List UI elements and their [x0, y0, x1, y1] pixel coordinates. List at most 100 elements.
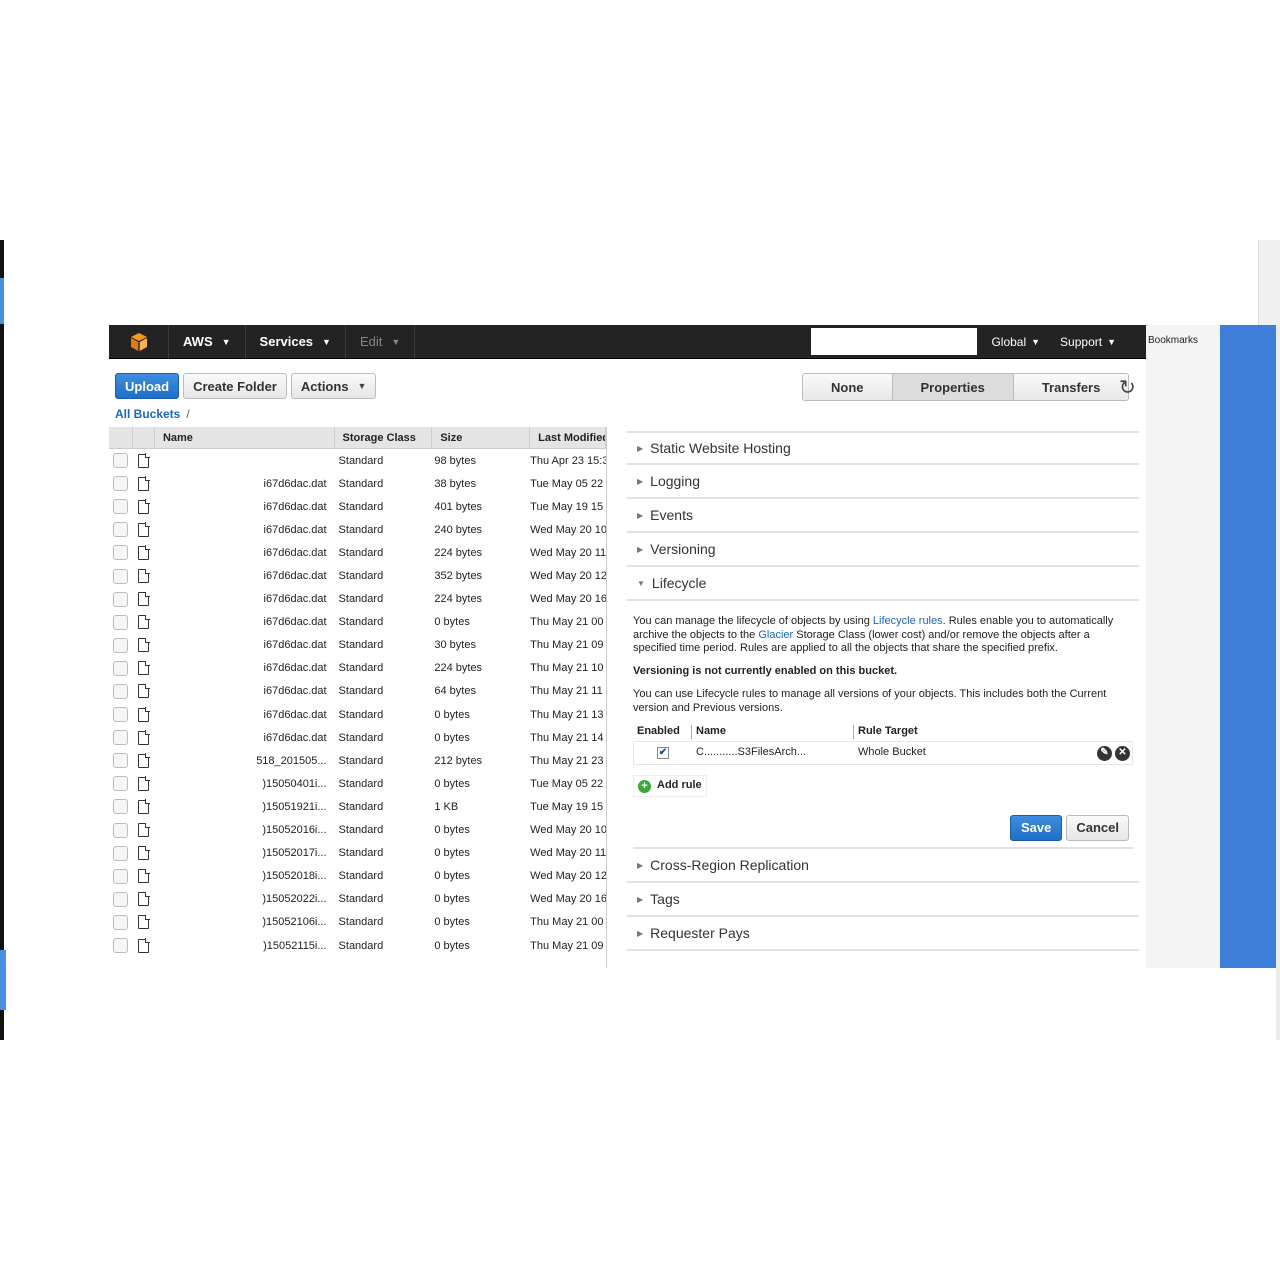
row-checkbox[interactable] [113, 614, 129, 630]
table-row[interactable]: )15052018i... Standard 0 bytes Wed May 20 1… [109, 865, 606, 888]
row-checkbox[interactable] [113, 637, 129, 653]
object-name[interactable]: i67d6dac.dat [155, 501, 335, 513]
object-name[interactable]: i67d6dac.dat [155, 662, 335, 674]
create-folder-button[interactable]: Create Folder [183, 373, 287, 399]
table-row[interactable]: i67d6dac.dat Standard 64 bytes Thu May 21 1… [109, 680, 606, 703]
section-lifecycle[interactable]: ▼ Lifecycle [627, 567, 1139, 601]
rule-enabled-checkbox[interactable]: ✔ [657, 747, 669, 759]
properties-view-button[interactable]: Properties [892, 374, 1014, 400]
table-row[interactable]: i67d6dac.dat Standard 224 bytes Thu May 21 … [109, 657, 606, 680]
row-checkbox[interactable] [113, 545, 129, 561]
bookmarks-label[interactable]: Bookmarks [1148, 335, 1198, 346]
row-checkbox[interactable] [113, 499, 129, 515]
table-row[interactable]: i67d6dac.dat Standard 30 bytes Thu May 21 0… [109, 634, 606, 657]
support-menu[interactable]: Support ▼ [1050, 325, 1126, 359]
row-checkbox[interactable] [113, 868, 129, 884]
table-row[interactable]: i67d6dac.dat Standard 0 bytes Thu May 21 00 [109, 611, 606, 634]
row-checkbox[interactable] [113, 891, 129, 907]
table-row[interactable]: i67d6dac.dat Standard 240 bytes Wed May 20 … [109, 518, 606, 541]
cancel-button[interactable]: Cancel [1066, 815, 1129, 841]
row-checkbox[interactable] [113, 914, 129, 930]
object-name[interactable]: i67d6dac.dat [155, 685, 335, 697]
table-row[interactable]: )15051921i... Standard 1 KB Tue May 19 15 [109, 795, 606, 818]
aws-cube-icon[interactable] [109, 325, 169, 359]
glacier-link[interactable]: Glacier [758, 629, 793, 641]
column-header-name[interactable]: Name [155, 427, 335, 448]
section-versioning[interactable]: ▶ Versioning [627, 533, 1139, 567]
object-name[interactable]: )15052115i... [155, 940, 335, 952]
table-row[interactable]: Standard 98 bytes Thu Apr 23 15:3 [109, 449, 606, 472]
table-row[interactable]: i67d6dac.dat Standard 38 bytes Tue May 05 2… [109, 472, 606, 495]
object-name[interactable]: i67d6dac.dat [155, 709, 335, 721]
column-header-size[interactable]: Size [432, 427, 531, 448]
section-events[interactable]: ▶ Events [627, 499, 1139, 533]
row-checkbox[interactable] [113, 799, 129, 815]
row-checkbox[interactable] [113, 522, 129, 538]
column-header-last-modified[interactable]: Last Modified [530, 427, 606, 448]
section-tags[interactable]: ▶ Tags [627, 883, 1139, 917]
delete-x-icon[interactable]: ✕ [1115, 745, 1130, 761]
table-row[interactable]: i67d6dac.dat Standard 224 bytes Wed May 20 … [109, 541, 606, 564]
object-name[interactable]: i67d6dac.dat [155, 478, 335, 490]
column-header-storage-class[interactable]: Storage Class [335, 427, 433, 448]
row-checkbox[interactable] [113, 730, 129, 746]
add-rule-button[interactable]: + Add rule [633, 775, 707, 797]
object-name[interactable]: )15052106i... [155, 916, 335, 928]
table-row[interactable]: )15052115i... Standard 0 bytes Thu May 21 0… [109, 934, 606, 957]
object-name[interactable]: 518_201505... [155, 755, 335, 767]
row-checkbox[interactable] [113, 660, 129, 676]
row-checkbox[interactable] [113, 453, 129, 469]
object-name[interactable]: )15052016i... [155, 824, 335, 836]
row-checkbox[interactable] [113, 938, 129, 954]
section-cross-region-replication[interactable]: ▶ Cross-Region Replication [627, 849, 1139, 883]
object-name[interactable]: )15052022i... [155, 893, 335, 905]
upload-button[interactable]: Upload [115, 373, 180, 399]
row-checkbox[interactable] [113, 822, 129, 838]
row-checkbox[interactable] [113, 476, 129, 492]
all-buckets-link[interactable]: All Buckets [115, 407, 180, 421]
services-menu[interactable]: Services ▼ [246, 325, 346, 359]
object-name[interactable]: )15052017i... [155, 847, 335, 859]
table-row[interactable]: i67d6dac.dat Standard 224 bytes Wed May 20 … [109, 588, 606, 611]
table-row[interactable]: )15052017i... Standard 0 bytes Wed May 20 1… [109, 842, 606, 865]
object-name[interactable]: i67d6dac.dat [155, 524, 335, 536]
object-name[interactable]: i67d6dac.dat [155, 639, 335, 651]
table-row[interactable]: )15052022i... Standard 0 bytes Wed May 20 1… [109, 888, 606, 911]
table-row[interactable]: i67d6dac.dat Standard 352 bytes Wed May 20 … [109, 564, 606, 587]
search-input[interactable] [811, 328, 978, 355]
object-name[interactable]: i67d6dac.dat [155, 732, 335, 744]
object-name[interactable]: )15052018i... [155, 870, 335, 882]
section-static-website-hosting[interactable]: ▶ Static Website Hosting [627, 431, 1139, 465]
actions-button[interactable]: Actions ▼ [290, 373, 377, 399]
row-checkbox[interactable] [113, 845, 129, 861]
row-checkbox[interactable] [113, 776, 129, 792]
table-row[interactable]: i67d6dac.dat Standard 0 bytes Thu May 21 14 [109, 726, 606, 749]
none-view-button[interactable]: None [803, 374, 893, 400]
row-checkbox[interactable] [113, 568, 129, 584]
save-button[interactable]: Save [1009, 815, 1063, 841]
object-name[interactable]: i67d6dac.dat [155, 547, 335, 559]
table-row[interactable]: )15052106i... Standard 0 bytes Thu May 21 0… [109, 911, 606, 934]
table-row[interactable]: i67d6dac.dat Standard 0 bytes Thu May 21 13 [109, 703, 606, 726]
edit-pencil-icon[interactable]: ✎ [1097, 745, 1112, 761]
object-name[interactable]: i67d6dac.dat [155, 570, 335, 582]
section-requester-pays[interactable]: ▶ Requester Pays [627, 917, 1139, 951]
object-name[interactable]: )15051921i... [155, 801, 335, 813]
section-logging[interactable]: ▶ Logging [627, 465, 1139, 499]
transfers-view-button[interactable]: Transfers [1013, 374, 1129, 400]
table-row[interactable]: )15052016i... Standard 0 bytes Wed May 20 1… [109, 819, 606, 842]
row-checkbox[interactable] [113, 707, 129, 723]
row-checkbox[interactable] [113, 591, 129, 607]
object-name[interactable]: i67d6dac.dat [155, 616, 335, 628]
table-row[interactable]: )15050401i... Standard 0 bytes Tue May 05 2… [109, 772, 606, 795]
row-checkbox[interactable] [113, 683, 129, 699]
region-menu[interactable]: Global ▼ [981, 325, 1050, 359]
object-name[interactable]: )15050401i... [155, 778, 335, 790]
object-name[interactable]: i67d6dac.dat [155, 593, 335, 605]
edit-menu[interactable]: Edit ▼ [346, 325, 416, 359]
row-checkbox[interactable] [113, 753, 129, 769]
refresh-icon[interactable]: ↻ [1119, 375, 1136, 400]
table-row[interactable]: 518_201505... Standard 212 bytes Thu May 21… [109, 749, 606, 772]
lifecycle-rules-link[interactable]: Lifecycle rules [873, 615, 943, 627]
table-row[interactable]: i67d6dac.dat Standard 401 bytes Tue May 19 … [109, 495, 606, 518]
